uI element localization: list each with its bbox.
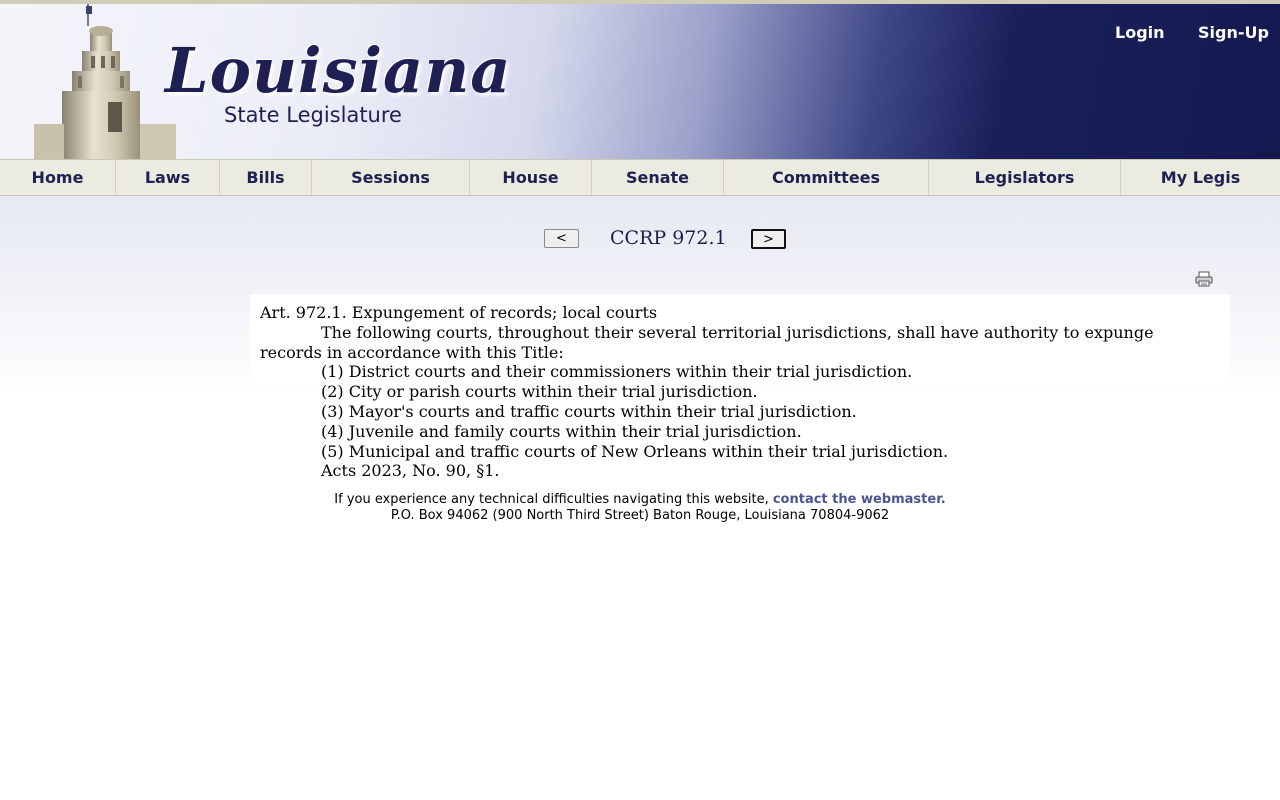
nav-bills[interactable]: Bills	[220, 160, 312, 195]
nav-my-legis[interactable]: My Legis	[1121, 160, 1280, 195]
document-citation-title: CCRP 972.1	[610, 227, 727, 249]
article-item: (4) Juvenile and family courts within th…	[321, 421, 802, 441]
footer-address: P.O. Box 94062 (900 North Third Street) …	[390, 508, 890, 523]
nav-senate[interactable]: Senate	[592, 160, 724, 195]
login-link[interactable]: Login	[1115, 23, 1165, 42]
article-body: Art. 972.1. Expungement of records; loca…	[260, 303, 1220, 481]
article-heading: Art. 972.1. Expungement of records; loca…	[260, 303, 658, 322]
nav-house[interactable]: House	[470, 160, 592, 195]
site-logo-subtitle[interactable]: State Legislature	[224, 103, 402, 127]
document-navigation: < CCRP 972.1 >	[0, 227, 1280, 251]
capitol-tower-image	[34, 4, 176, 159]
printer-icon[interactable]	[1195, 271, 1213, 287]
nav-home[interactable]: Home	[0, 160, 116, 195]
article-item: (3) Mayor's courts and traffic courts wi…	[321, 401, 857, 421]
site-header: Louisiana State Legislature Login Sign-U…	[0, 4, 1280, 159]
article-item: (5) Municipal and traffic courts of New …	[321, 441, 949, 461]
main-navigation: Home Laws Bills Sessions House Senate Co…	[0, 159, 1280, 196]
site-logo-title[interactable]: Louisiana	[165, 34, 511, 107]
article-history: Acts 2023, No. 90, §1.	[321, 461, 500, 481]
nav-sessions[interactable]: Sessions	[312, 160, 470, 195]
article-item: (2) City or parish courts within their t…	[321, 382, 758, 402]
footer-notice-line: If you experience any technical difficul…	[0, 492, 1280, 508]
next-article-button[interactable]: >	[751, 229, 786, 249]
article-intro: The following courts, throughout their s…	[260, 322, 1154, 362]
nav-legislators[interactable]: Legislators	[929, 160, 1121, 195]
page-footer: If you experience any technical difficul…	[0, 492, 1280, 524]
previous-article-button[interactable]: <	[544, 229, 579, 248]
nav-laws[interactable]: Laws	[116, 160, 220, 195]
footer-notice: If you experience any technical difficul…	[334, 492, 773, 507]
signup-link[interactable]: Sign-Up	[1198, 23, 1269, 42]
nav-committees[interactable]: Committees	[724, 160, 929, 195]
contact-webmaster-link[interactable]: contact the webmaster.	[773, 492, 946, 507]
article-item: (1) District courts and their commission…	[321, 362, 913, 382]
